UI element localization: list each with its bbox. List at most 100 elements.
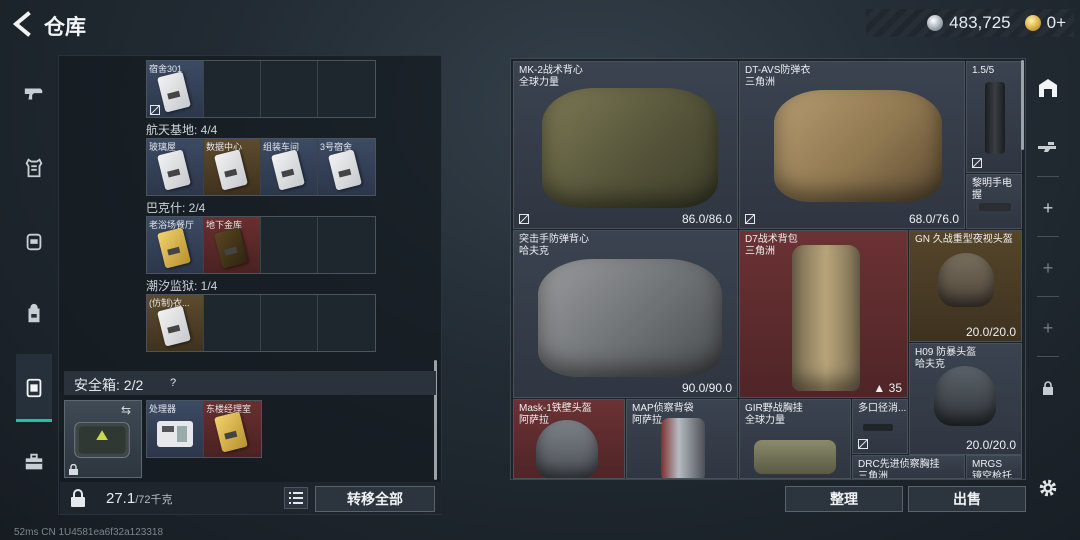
empty-cell[interactable] bbox=[318, 61, 375, 117]
add-slot-button[interactable]: + bbox=[1034, 194, 1062, 222]
empty-cell[interactable] bbox=[261, 61, 318, 117]
item-name: 1.5/5 bbox=[972, 65, 995, 76]
item-dtavs-armor[interactable]: DT-AVS防弹衣 三角洲 68.0/76.0 bbox=[739, 61, 965, 229]
empty-cell[interactable] bbox=[318, 295, 375, 351]
keycard-cell[interactable]: 3号宿舍 bbox=[318, 139, 375, 195]
item-name: MRGS 镜空枪托 bbox=[972, 459, 1012, 479]
item-assault-vest[interactable]: 突击手防弹背心 哈夫克 90.0/90.0 bbox=[513, 230, 738, 398]
back-button[interactable] bbox=[8, 10, 38, 38]
swap-icon[interactable]: ⇆ bbox=[121, 403, 131, 417]
keycard-row-0: 宿舍301 bbox=[146, 60, 376, 118]
add-slot-button[interactable]: + bbox=[1034, 254, 1062, 282]
unlinked-icon bbox=[972, 158, 982, 168]
item-drc-chest-rig[interactable]: DRC先进侦察胸挂 三角洲 bbox=[852, 455, 965, 479]
grip-image bbox=[979, 203, 1011, 211]
pistol-icon bbox=[24, 88, 43, 100]
item-name: H09 防暴头盔 哈夫克 bbox=[915, 347, 977, 370]
add-slot-button[interactable]: + bbox=[1034, 314, 1062, 342]
weight-max: /72千克 bbox=[135, 494, 173, 506]
keycard-icon bbox=[328, 149, 362, 191]
help-icon[interactable]: ? bbox=[165, 375, 181, 391]
item-mask1-helmet[interactable]: Mask-1铁壁头盔 阿萨拉 bbox=[513, 399, 625, 479]
empty-cell[interactable] bbox=[318, 217, 375, 273]
nav-backpack[interactable] bbox=[14, 294, 54, 334]
item-suppressor[interactable]: 多口径消... bbox=[852, 399, 908, 454]
list-view-button[interactable] bbox=[284, 487, 308, 509]
unlinked-icon bbox=[519, 214, 529, 224]
tool-divider bbox=[1037, 236, 1059, 237]
weapon-tab[interactable] bbox=[1034, 134, 1062, 162]
chevron-left-icon bbox=[12, 11, 31, 37]
item-gn-nightvision-helmet[interactable]: GN 久战重型夜视头盔 20.0/20.0 bbox=[909, 230, 1022, 342]
keycard-cell[interactable]: 组装车间 bbox=[261, 139, 318, 195]
nav-toolbox[interactable] bbox=[14, 442, 54, 482]
premium-value[interactable]: 0+ bbox=[1047, 13, 1066, 33]
item-name: GN 久战重型夜视头盔 bbox=[915, 234, 1013, 245]
nav-armor[interactable] bbox=[14, 148, 54, 188]
safe-item-cell[interactable]: 处理器 bbox=[147, 401, 204, 457]
safe-box-icon bbox=[26, 378, 42, 398]
keycard-cell[interactable]: 玻璃屋 bbox=[147, 139, 204, 195]
weight-value: 27.1 bbox=[106, 490, 136, 507]
empty-cell[interactable] bbox=[204, 61, 261, 117]
lock-icon[interactable] bbox=[70, 489, 86, 507]
nav-helmet[interactable] bbox=[14, 222, 54, 262]
unlinked-icon bbox=[150, 105, 160, 115]
tidy-button[interactable]: 整理 bbox=[785, 486, 903, 512]
item-d7-backpack[interactable]: D7战术背包 三角洲 ▲ 35 bbox=[739, 230, 908, 398]
item-name: D7战术背包 三角洲 bbox=[745, 234, 798, 257]
vest-image bbox=[538, 259, 722, 377]
item-scope[interactable]: 1.5/5 bbox=[966, 61, 1022, 173]
cell-label: (仿制)衣... bbox=[149, 298, 190, 308]
item-flashlight-grip[interactable]: 黎明手电握 bbox=[966, 174, 1022, 229]
warehouse-grid: MK-2战术背心 全球力量 86.0/86.0 DT-AVS防弹衣 三角洲 68.0… bbox=[510, 58, 1026, 480]
warehouse-tab[interactable] bbox=[1034, 74, 1062, 102]
silver-coin-icon bbox=[927, 15, 944, 31]
item-h09-riot-helmet[interactable]: H09 防暴头盔 哈夫克 20.0/20.0 bbox=[909, 343, 1022, 455]
item-map-recon-bag[interactable]: MAP侦察背袋 阿萨拉 bbox=[626, 399, 738, 479]
item-mk2-vest[interactable]: MK-2战术背心 全球力量 86.0/86.0 bbox=[513, 61, 738, 229]
keycard-cell[interactable]: 数据中心 bbox=[204, 139, 261, 195]
empty-cell[interactable] bbox=[204, 295, 261, 351]
keycard-icon bbox=[214, 411, 248, 453]
vest-image bbox=[774, 90, 942, 202]
item-name: 多口径消... bbox=[858, 403, 907, 414]
item-name: GIR野战胸挂 全球力量 bbox=[745, 403, 803, 426]
currency-value: 483,725 bbox=[949, 13, 1011, 32]
safe-item-cell[interactable]: 东楼经理室 bbox=[204, 401, 261, 457]
vest-image bbox=[542, 88, 718, 208]
helmet-image bbox=[536, 420, 598, 478]
empty-cell[interactable] bbox=[261, 295, 318, 351]
bag-image bbox=[661, 418, 705, 478]
keycard-cell[interactable]: (仿制)衣... bbox=[147, 295, 204, 351]
keycard-icon bbox=[271, 149, 305, 191]
keycard-cell[interactable]: 老浴场餐厅 bbox=[147, 217, 204, 273]
keycard-row-3: (仿制)衣... bbox=[146, 294, 376, 352]
helmet-image bbox=[934, 366, 996, 426]
keycard-cell[interactable]: 地下金库 bbox=[204, 217, 261, 273]
keycard-icon bbox=[214, 149, 248, 191]
empty-cell[interactable] bbox=[261, 217, 318, 273]
cell-label: 处理器 bbox=[149, 404, 177, 414]
nav-weapons[interactable] bbox=[14, 74, 54, 114]
keycard-icon bbox=[214, 227, 248, 269]
transfer-all-button[interactable]: 转移全部 bbox=[315, 486, 435, 512]
warehouse-icon bbox=[1039, 79, 1057, 97]
keycard-row-1: 玻璃屋 数据中心 组装车间 3号宿舍 bbox=[146, 138, 376, 196]
keycard-icon bbox=[157, 71, 191, 113]
backpack-image bbox=[792, 245, 860, 391]
item-mrgs-stock[interactable]: MRGS 镜空枪托 bbox=[966, 455, 1022, 479]
currency-bar: 483,725 0+ bbox=[866, 9, 1074, 37]
warehouse-scrollbar[interactable] bbox=[1021, 60, 1024, 150]
plus-icon: + bbox=[1042, 257, 1054, 278]
backpack-icon bbox=[28, 303, 40, 323]
item-gir-chest-rig[interactable]: GIR野战胸挂 全球力量 bbox=[739, 399, 851, 479]
settings-button[interactable] bbox=[1034, 474, 1062, 502]
locked-slot[interactable] bbox=[1034, 374, 1062, 402]
nav-safe-box[interactable] bbox=[14, 368, 54, 408]
helmet-icon bbox=[26, 233, 42, 251]
item-durability: 90.0/90.0 bbox=[681, 381, 732, 395]
settings-icon bbox=[1039, 479, 1057, 497]
keycard-cell[interactable]: 宿舍301 bbox=[147, 61, 204, 117]
sell-button[interactable]: 出售 bbox=[908, 486, 1026, 512]
